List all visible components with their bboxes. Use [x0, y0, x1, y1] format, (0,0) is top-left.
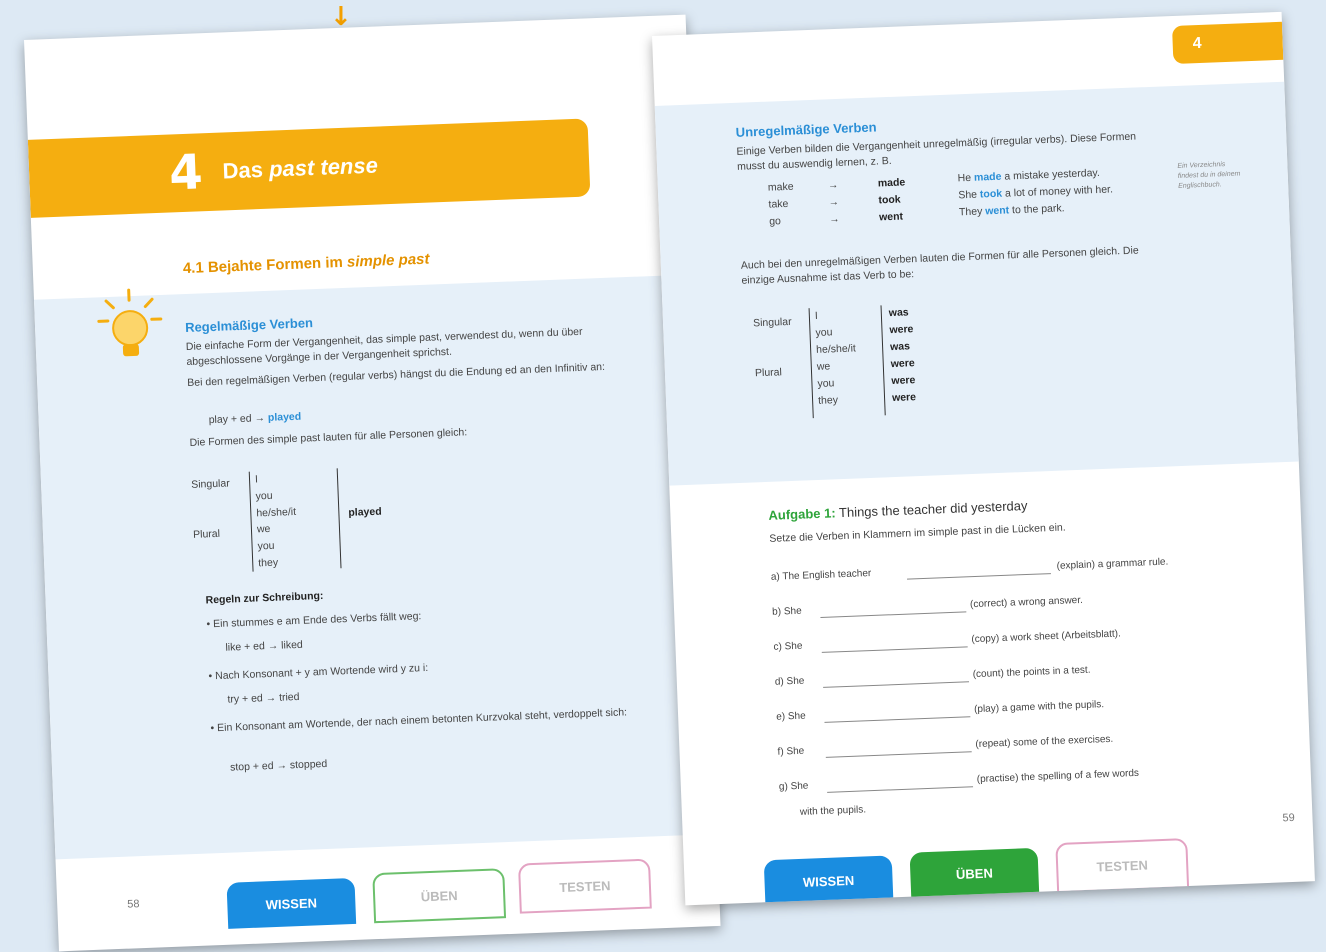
exercise-a: a) The English teacher	[770, 567, 872, 583]
right-page: 4 Unregelmäßige Verben Einige Verben bil…	[652, 11, 1315, 906]
chapter-title: Das past tense	[222, 152, 379, 184]
label-plural: Plural	[192, 527, 221, 541]
tab-testen[interactable]: TESTEN	[517, 858, 652, 914]
lightbulb-icon	[97, 288, 163, 357]
exercise-d-hint: (count) the points in a test.	[972, 664, 1091, 681]
arrow-column: → → →	[827, 178, 840, 225]
tab-ueben[interactable]: ÜBEN	[909, 847, 1040, 899]
pronoun-list: Iyou he/she/it we you they	[254, 473, 297, 570]
irregular-infinitives: make take go	[767, 180, 794, 228]
irregular-sentences: He made a mistake yesterday. She took a …	[957, 166, 1114, 218]
margin-note: Ein Verzeichnis findest du in deinem Eng…	[1177, 161, 1241, 190]
tab-ueben[interactable]: ÜBEN	[372, 868, 507, 924]
page-number: 59	[1282, 811, 1295, 825]
tab-wissen[interactable]: WISSEN	[226, 877, 357, 929]
form-played: played	[348, 505, 382, 519]
exercise-b: b) She	[772, 605, 802, 618]
tab-testen[interactable]: TESTEN	[1055, 838, 1190, 894]
exercise-f-hint: (repeat) some of the exercises.	[975, 733, 1114, 751]
section-heading: 4.1 Bejahte Formen im simple past	[182, 250, 430, 278]
label-singular: Singular	[752, 315, 792, 330]
exercise-g-tail: with the pupils.	[799, 804, 867, 818]
label-singular: Singular	[190, 477, 230, 491]
tab-wissen[interactable]: WISSEN	[763, 855, 894, 906]
answer-blank-a[interactable]	[907, 573, 1051, 580]
label-plural: Plural	[754, 366, 783, 380]
pronoun-list: Iyou he/she/it we you they	[814, 309, 857, 407]
task-instruction: Setze die Verben in Klammern im simple p…	[769, 521, 1066, 545]
exercise-c: c) She	[773, 640, 803, 653]
be-forms: was were was were were were	[888, 306, 917, 405]
answer-blank-d[interactable]	[823, 681, 970, 688]
answer-blank-e[interactable]	[824, 716, 971, 723]
exercise-a-hint: (explain) a grammar rule.	[1056, 556, 1169, 572]
rule-1-example: like + ed → liked	[225, 638, 303, 654]
exercise-f: f) She	[777, 745, 805, 758]
page-number: 58	[127, 898, 140, 911]
exercise-e-hint: (play) a game with the pupils.	[973, 699, 1105, 716]
chapter-corner-tab: 4	[1172, 21, 1284, 65]
answer-blank-c[interactable]	[821, 646, 968, 653]
exercise-d: d) She	[774, 675, 805, 688]
answer-blank-g[interactable]	[827, 786, 974, 793]
exercise-g-hint: (practise) the spelling of a few words	[976, 767, 1140, 786]
chapter-number: 4	[168, 144, 204, 202]
task-heading: Aufgabe 1: Things the teacher did yester…	[768, 497, 1028, 523]
answer-blank-f[interactable]	[825, 751, 972, 758]
exercise-c-hint: (copy) a work sheet (Arbeitsblatt).	[971, 628, 1122, 646]
irregular-past-forms: made took went	[877, 176, 906, 224]
exercise-g: g) She	[778, 780, 809, 793]
rule-2-example: try + ed → tried	[227, 690, 300, 706]
exercise-b-hint: (correct) a wrong answer.	[969, 594, 1084, 611]
chapter-banner: 4 Das past tense	[27, 118, 591, 218]
left-page: 4 Das past tense 4.1 Bejahte Formen im s…	[24, 14, 721, 952]
answer-blank-b[interactable]	[820, 611, 967, 618]
exercise-e: e) She	[776, 710, 806, 723]
